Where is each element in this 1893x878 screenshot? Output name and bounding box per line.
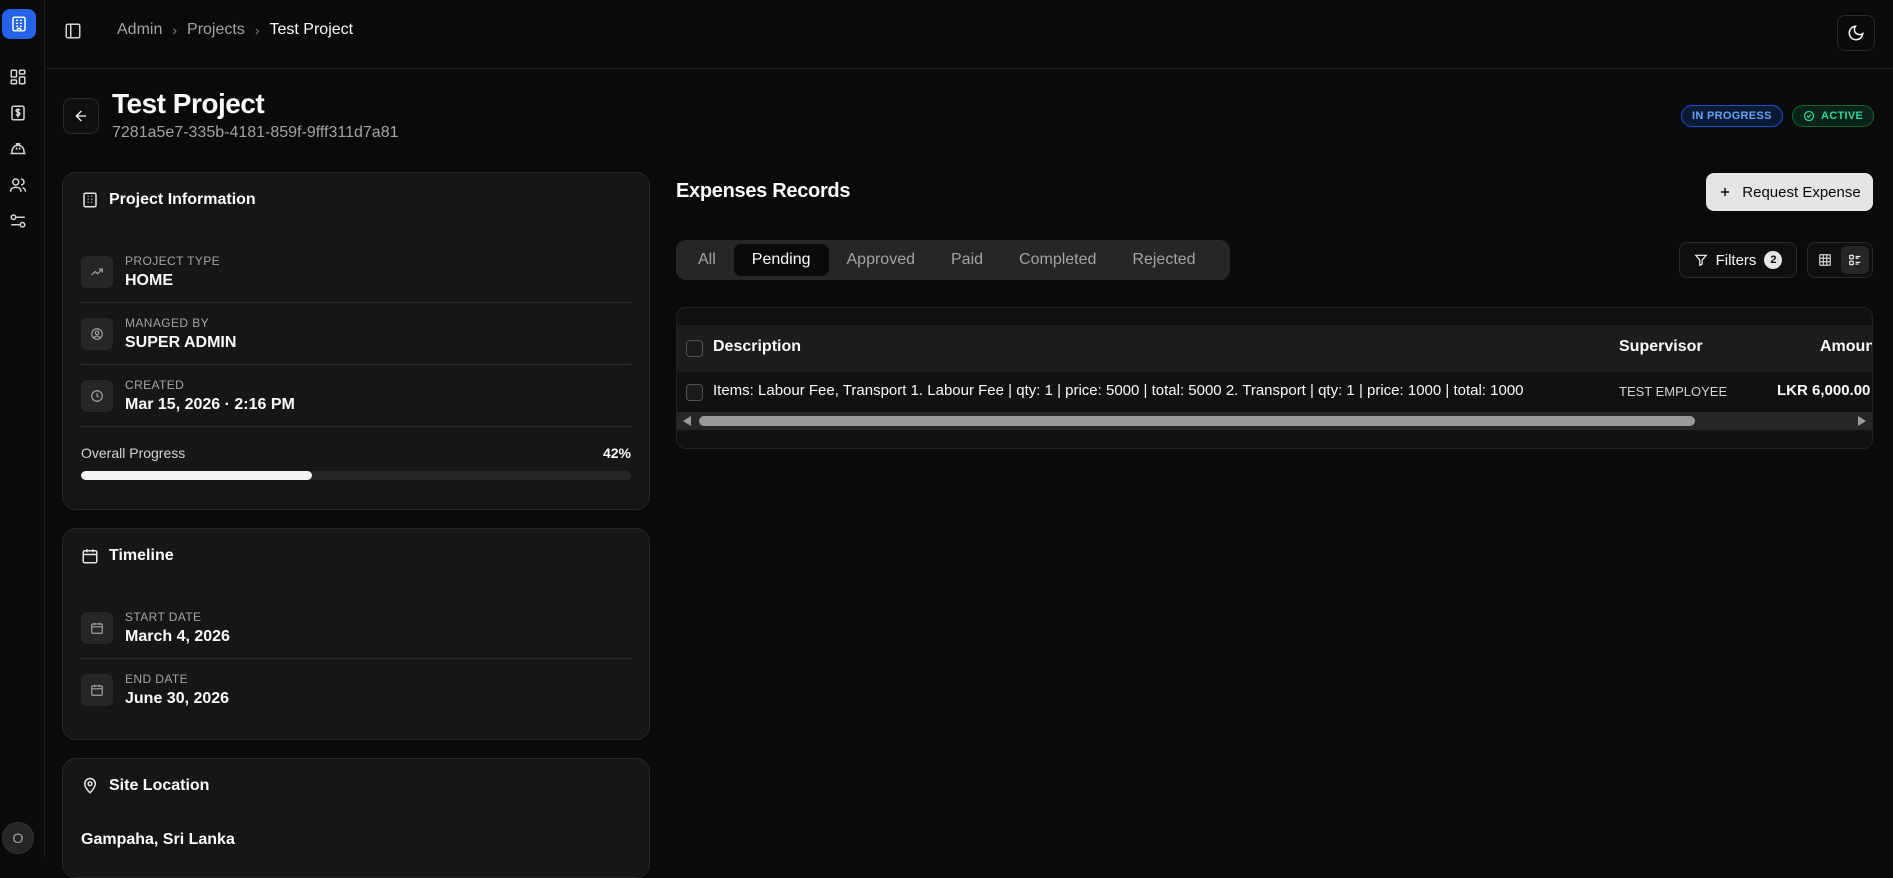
dollar-receipt-icon[interactable] [8, 103, 28, 123]
site-location-card: Site Location Gampaha, Sri Lanka [62, 758, 650, 878]
expense-status-tabs: All Pending Approved Paid Completed Reje… [676, 240, 1230, 280]
project-type-value: HOME [125, 271, 173, 289]
table-header: Description Supervisor Amount [677, 325, 1872, 372]
managed-by-value: SUPER ADMIN [125, 333, 237, 351]
scroll-right-icon[interactable] [1858, 416, 1866, 426]
start-date-value: March 4, 2026 [125, 627, 230, 645]
page-title: Test Project [112, 88, 265, 119]
chevron-right-icon: › [254, 22, 260, 38]
filter-icon [1694, 254, 1708, 267]
map-pin-icon [81, 777, 99, 795]
back-button[interactable] [63, 98, 99, 134]
card-title: Project Information [81, 191, 256, 209]
breadcrumb: Admin › Projects › Test Project [117, 21, 353, 39]
horizontal-scrollbar[interactable] [677, 412, 1872, 430]
calendar-icon [81, 674, 113, 706]
expenses-table: Description Supervisor Amount Items: Lab… [676, 307, 1873, 449]
status-badge: IN PROGRESS [1681, 105, 1783, 127]
end-date-label: END DATE [125, 672, 188, 686]
tab-approved[interactable]: Approved [829, 244, 934, 276]
table-row[interactable]: Items: Labour Fee, Transport 1. Labour F… [677, 372, 1872, 412]
tab-pending[interactable]: Pending [733, 244, 829, 276]
managed-by-label: MANAGED BY [125, 315, 210, 330]
breadcrumb-admin[interactable]: Admin [117, 21, 162, 39]
moon-icon [1848, 25, 1864, 41]
start-date-label: START DATE [125, 609, 202, 624]
tab-completed[interactable]: Completed [1001, 244, 1114, 276]
calendar-icon [81, 547, 99, 565]
breadcrumb-projects[interactable]: Projects [187, 21, 245, 39]
list-view-icon[interactable] [1841, 246, 1869, 274]
column-description[interactable]: Description [713, 338, 801, 356]
progress-fill [81, 471, 312, 480]
progress-label: Overall Progress [81, 445, 186, 461]
tab-all[interactable]: All [680, 244, 734, 276]
check-circle-icon [1803, 110, 1815, 122]
dashboard-icon[interactable] [8, 67, 28, 87]
tab-rejected[interactable]: Rejected [1114, 244, 1213, 276]
clock-icon [81, 379, 113, 412]
theme-toggle-button[interactable] [1837, 15, 1875, 51]
timeline-card: Timeline START DATE March 4, 2026 END DAT… [62, 528, 650, 740]
row-checkbox[interactable] [686, 384, 703, 401]
end-date-row: END DATE June 30, 2026 [81, 659, 631, 721]
row-description: Items: Labour Fee, Transport 1. Labour F… [713, 382, 1524, 399]
created-label: CREATED [125, 377, 185, 392]
column-amount[interactable]: Amount [1820, 338, 1872, 356]
settings-sliders-icon[interactable] [8, 211, 28, 231]
site-location-value: Gampaha, Sri Lanka [81, 831, 235, 848]
project-id: 7281a5e7-335b-4181-859f-9fff311d7a81 [112, 124, 399, 141]
card-title: Timeline [81, 547, 174, 565]
users-icon[interactable] [8, 175, 28, 195]
top-bar: Admin › Projects › Test Project [46, 0, 1893, 69]
scrollbar-thumb[interactable] [699, 416, 1695, 426]
row-supervisor: TEST EMPLOYEE [1619, 384, 1728, 399]
progress-bar [81, 471, 631, 480]
building-icon [81, 191, 99, 209]
project-type-row: PROJECT TYPE HOME [81, 241, 631, 303]
end-date-value: June 30, 2026 [125, 690, 230, 707]
scroll-left-icon[interactable] [683, 416, 691, 426]
created-row: CREATED Mar 15, 2026 · 2:16 PM [81, 365, 631, 427]
nav-rail: O [0, 0, 45, 857]
user-circle-icon [81, 317, 113, 350]
card-title: Site Location [81, 777, 209, 795]
arrow-left-icon [75, 110, 87, 122]
column-supervisor[interactable]: Supervisor [1619, 338, 1703, 356]
filters-button[interactable]: Filters 2 [1679, 242, 1797, 278]
created-value: Mar 15, 2026 · 2:16 PM [125, 395, 295, 413]
project-info-card: Project Information PROJECT TYPE HOME MAN… [62, 172, 650, 510]
trending-up-icon [81, 255, 113, 288]
project-type-label: PROJECT TYPE [125, 253, 221, 268]
progress-row: Overall Progress 42% [81, 445, 631, 461]
filters-count-badge: 2 [1764, 251, 1783, 269]
avatar-initial: O [12, 830, 24, 846]
expenses-title: Expenses Records [676, 180, 851, 202]
user-avatar[interactable]: O [2, 822, 34, 854]
active-badge: ACTIVE [1792, 105, 1875, 127]
breadcrumb-current: Test Project [269, 21, 354, 38]
tab-paid[interactable]: Paid [933, 244, 1001, 276]
building-logo-icon[interactable] [2, 9, 36, 39]
plus-icon [1721, 187, 1730, 197]
request-expense-button[interactable]: Request Expense [1706, 173, 1873, 211]
row-amount: LKR 6,000.00 [1777, 382, 1871, 399]
grid-view-icon[interactable] [1811, 246, 1839, 274]
sidebar-toggle-icon[interactable] [64, 22, 84, 42]
select-all-checkbox[interactable] [686, 340, 703, 357]
view-toggle [1807, 242, 1873, 278]
chevron-right-icon: › [172, 22, 178, 38]
start-date-row: START DATE March 4, 2026 [81, 597, 631, 659]
managed-by-row: MANAGED BY SUPER ADMIN [81, 303, 631, 365]
progress-percent: 42% [602, 445, 631, 461]
hard-hat-icon[interactable] [8, 139, 28, 159]
calendar-icon [81, 611, 113, 644]
